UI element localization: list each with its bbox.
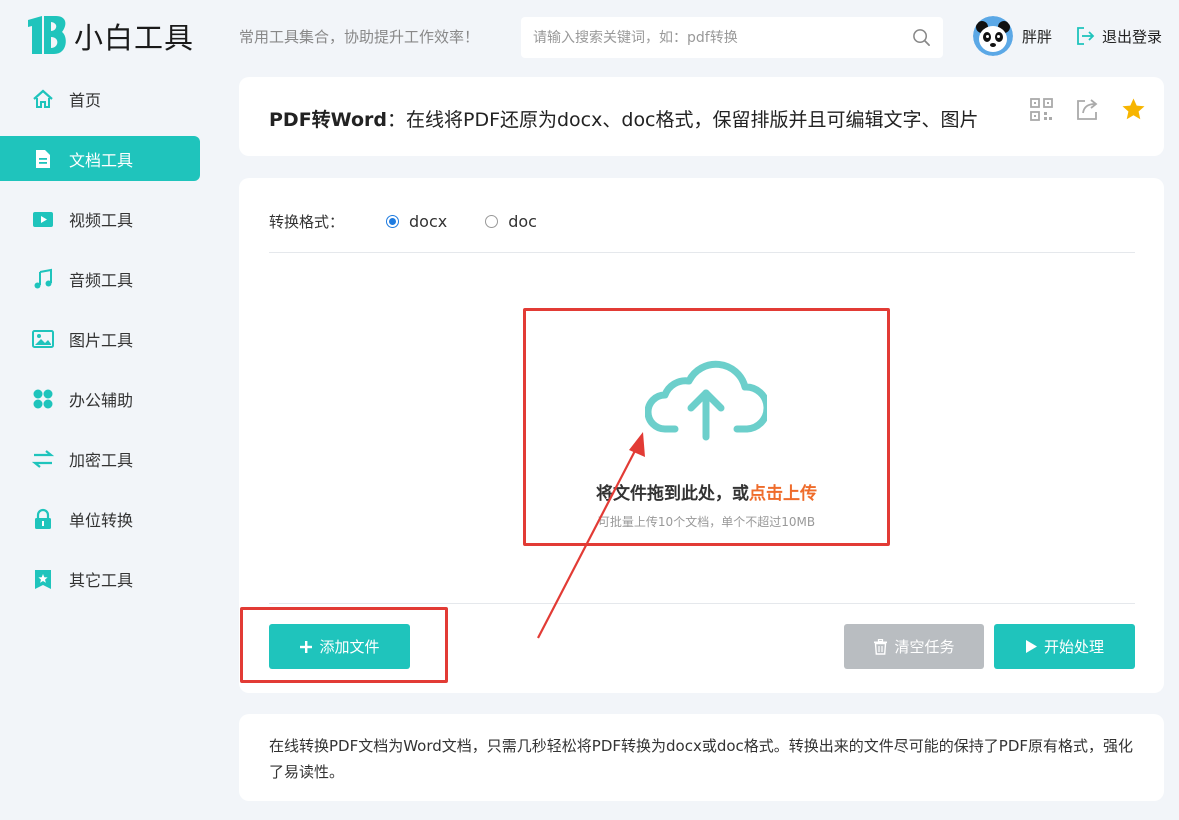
brand-name: 小白工具: [74, 21, 195, 55]
radio-label: doc: [508, 212, 537, 231]
music-icon: [32, 268, 54, 290]
add-file-button[interactable]: 添加文件: [269, 624, 410, 669]
sidebar-item-audio-tools[interactable]: 音频工具: [0, 256, 200, 301]
brand-logo[interactable]: 小白工具: [26, 14, 194, 58]
cloud-upload-icon: [645, 360, 767, 441]
sidebar-item-label: 加密工具: [69, 450, 134, 470]
radio-docx[interactable]: docx: [386, 212, 447, 231]
radio-dot: [386, 215, 400, 228]
start-processing-label: 开始处理: [1043, 638, 1104, 656]
sidebar-item-label: 其它工具: [69, 570, 134, 590]
radio-label: docx: [409, 212, 448, 231]
slogan: 常用工具集合，协助提升工作效率！: [239, 28, 480, 46]
search-bar: [521, 17, 943, 58]
home-icon: [32, 88, 54, 110]
add-file-label: 添加文件: [319, 638, 380, 656]
logout-label: 退出登录: [1102, 27, 1163, 46]
user-profile[interactable]: 胖胖: [973, 16, 1052, 56]
sidebar-item-encryption-tools[interactable]: 加密工具: [0, 436, 200, 481]
format-selector: 转换格式： docx doc: [269, 211, 575, 232]
logout-icon: [1077, 27, 1095, 45]
search-icon[interactable]: [912, 28, 931, 47]
clear-tasks-button[interactable]: 清空任务: [844, 624, 984, 669]
sidebar-item-label: 视频工具: [69, 210, 134, 230]
grid-icon: [32, 388, 54, 410]
tool-title-card: PDF转Word：在线将PDF还原为docx、doc格式，保留排版并且可编辑文字…: [239, 77, 1164, 156]
upload-link[interactable]: 点击上传: [749, 484, 817, 504]
logout-button[interactable]: 退出登录: [1074, 25, 1162, 47]
tool-description: 在线转换PDF文档为Word文档，只需几秒轻松将PDF转换为docx或doc格式…: [269, 737, 1133, 781]
sidebar-item-label: 文档工具: [69, 150, 134, 170]
avatar: [973, 16, 1013, 56]
document-icon: [32, 148, 54, 170]
divider: [269, 252, 1135, 253]
share-icon[interactable]: [1075, 97, 1100, 122]
sidebar-item-label: 办公辅助: [69, 390, 134, 410]
swap-icon: [32, 448, 54, 470]
sidebar-item-label: 首页: [69, 90, 102, 110]
sidebar-item-office-assist[interactable]: 办公辅助: [0, 376, 200, 421]
image-icon: [32, 328, 54, 350]
drop-text: 将文件拖到此处，或: [596, 484, 749, 504]
sidebar-item-image-tools[interactable]: 图片工具: [0, 316, 200, 361]
play-icon: [1025, 639, 1038, 654]
lock-icon: [32, 508, 54, 530]
divider: [269, 603, 1135, 604]
file-drop-zone[interactable]: 将文件拖到此处，或点击上传 可批量上传10个文档，单个不超过10MB: [523, 308, 890, 546]
drop-instructions: 将文件拖到此处，或点击上传: [526, 479, 887, 504]
clear-tasks-label: 清空任务: [894, 638, 955, 656]
trash-icon: [873, 638, 888, 655]
radio-doc[interactable]: doc: [485, 212, 537, 231]
video-icon: [32, 208, 54, 230]
sidebar-item-home[interactable]: 首页: [0, 76, 200, 121]
page-title: PDF转Word：在线将PDF还原为docx、doc格式，保留排版并且可编辑文字…: [269, 105, 979, 132]
sidebar-item-label: 图片工具: [69, 330, 134, 350]
sidebar-item-other-tools[interactable]: 其它工具: [0, 556, 200, 601]
star-bookmark-icon: [32, 568, 54, 590]
logo-icon: [28, 16, 66, 54]
page-title-bold: PDF转Word: [269, 109, 387, 131]
sidebar-item-document-tools[interactable]: 文档工具: [0, 136, 200, 181]
start-processing-button[interactable]: 开始处理: [994, 624, 1135, 669]
radio-dot: [485, 215, 499, 228]
sidebar-item-unit-conversion[interactable]: 单位转换: [0, 496, 200, 541]
title-actions: [1029, 97, 1146, 122]
sidebar-item-video-tools[interactable]: 视频工具: [0, 196, 200, 241]
top-header: 小白工具 常用工具集合，协助提升工作效率！ 胖胖 退出登录: [0, 0, 1179, 76]
upload-hint: 可批量上传10个文档，单个不超过10MB: [597, 515, 816, 529]
sidebar-item-label: 单位转换: [69, 510, 134, 530]
converter-card: 转换格式： docx doc 将文件拖到此处，或点击上传 可批量上传10个文档，…: [239, 178, 1164, 693]
qrcode-icon[interactable]: [1029, 97, 1054, 122]
plus-icon: [299, 640, 313, 654]
format-label: 转换格式：: [269, 213, 345, 231]
description-card: 在线转换PDF文档为Word文档，只需几秒轻松将PDF转换为docx或doc格式…: [239, 714, 1164, 801]
favorite-star-icon[interactable]: [1121, 97, 1146, 122]
username: 胖胖: [1022, 27, 1053, 46]
sidebar: 首页 文档工具 视频工具 音频工具 图片工具 办公辅助 加密工具 单位转换 其它…: [0, 76, 210, 616]
search-input[interactable]: [521, 17, 891, 58]
page-title-desc: ：在线将PDF还原为docx、doc格式，保留排版并且可编辑文字、图片: [386, 109, 979, 131]
sidebar-item-label: 音频工具: [69, 270, 134, 290]
